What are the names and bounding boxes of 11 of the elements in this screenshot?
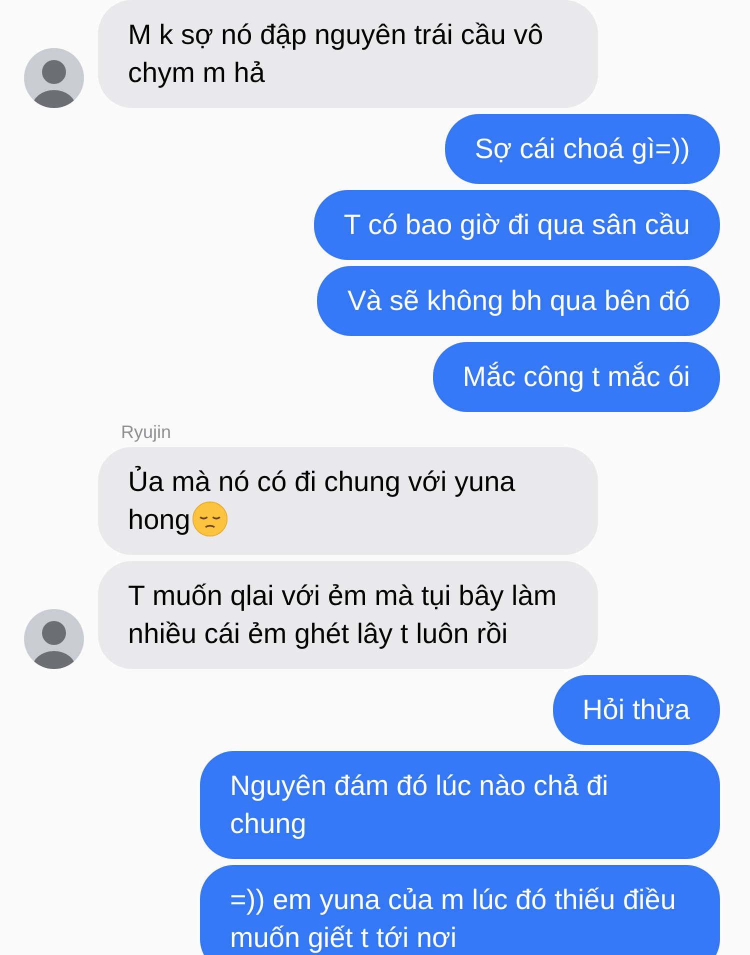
sent-message: Và sẽ không bh qua bên đó: [317, 266, 720, 336]
sent-message: Mắc công t mắc ói: [432, 342, 720, 412]
sent-message: Sợ cái choá gì=)): [444, 114, 720, 184]
sent-message: T có bao giờ đi qua sân cầu: [314, 190, 720, 260]
sent-message: Hỏi thừa: [552, 675, 720, 745]
sent-message: =)) em yuna của m lúc đó thiếu điều muốn giết t tới nơi: [200, 865, 720, 955]
sender-name: Ryujin: [121, 422, 172, 443]
received-message: Ủa mà nó có đi chung với yuna hong: [98, 447, 598, 555]
sent-message: Nguyên đám đó lúc nào chả đi chung: [200, 751, 720, 859]
received-message: M k sợ nó đập nguyên trái cầu vô chym m hả: [98, 0, 598, 108]
received-message: T muốn qlai với ẻm mà tụi bây làm nhiều cái ẻm ghét lây t luôn rồi: [98, 561, 598, 669]
